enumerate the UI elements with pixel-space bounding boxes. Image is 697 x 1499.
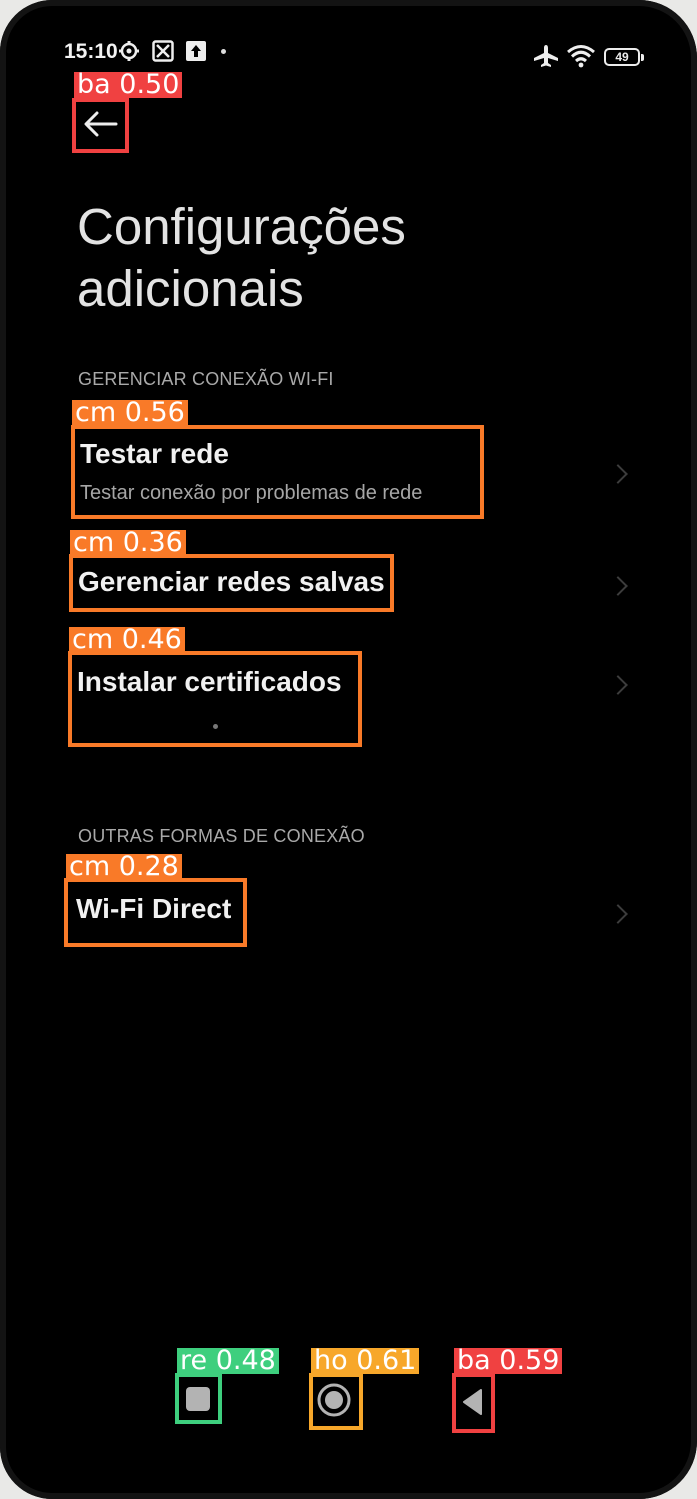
detection-box-recents [175, 1373, 222, 1424]
detection-box-wifi-direct [64, 878, 247, 947]
page-title: Configurações adicionais [77, 196, 597, 320]
detection-box-test-network [71, 425, 484, 519]
section-header-other-connections: OUTRAS FORMAS DE CONEXÃO [78, 826, 365, 846]
scan-icon [152, 40, 174, 62]
detection-box-back-nav [452, 1373, 495, 1433]
detection-label-back-top: ba 0.50 [74, 71, 183, 98]
detection-label-test-network: cm 0.56 [72, 399, 188, 426]
detection-label-install-certificates: cm 0.46 [69, 626, 185, 653]
detection-label-home: ho 0.61 [311, 1347, 420, 1374]
notification-dot [221, 49, 226, 54]
page-title-line-1: Configurações [77, 198, 406, 255]
detection-box-install-certificates [68, 651, 362, 747]
detection-box-home [309, 1373, 363, 1430]
phone-screen: 15:10 49 Configurações adicionais GERENC… [0, 0, 697, 1499]
upload-icon [186, 41, 206, 61]
status-time: 15:10 [64, 40, 118, 63]
airplane-icon [534, 45, 558, 67]
detection-label-back-nav: ba 0.59 [454, 1347, 563, 1374]
gear-icon [119, 41, 139, 61]
detection-box-back-top [72, 98, 129, 153]
status-bar: 15:10 49 [0, 0, 697, 80]
wifi-icon [567, 45, 595, 68]
detection-label-saved-networks: cm 0.36 [70, 529, 186, 556]
detection-label-wifi-direct: cm 0.28 [66, 853, 182, 880]
detection-label-recents: re 0.48 [177, 1347, 279, 1374]
detection-box-saved-networks [69, 554, 394, 612]
section-header-manage-wifi: GERENCIAR CONEXÃO WI-FI [78, 369, 334, 389]
page-title-line-2: adicionais [77, 260, 304, 317]
battery-icon: 49 [604, 48, 644, 66]
